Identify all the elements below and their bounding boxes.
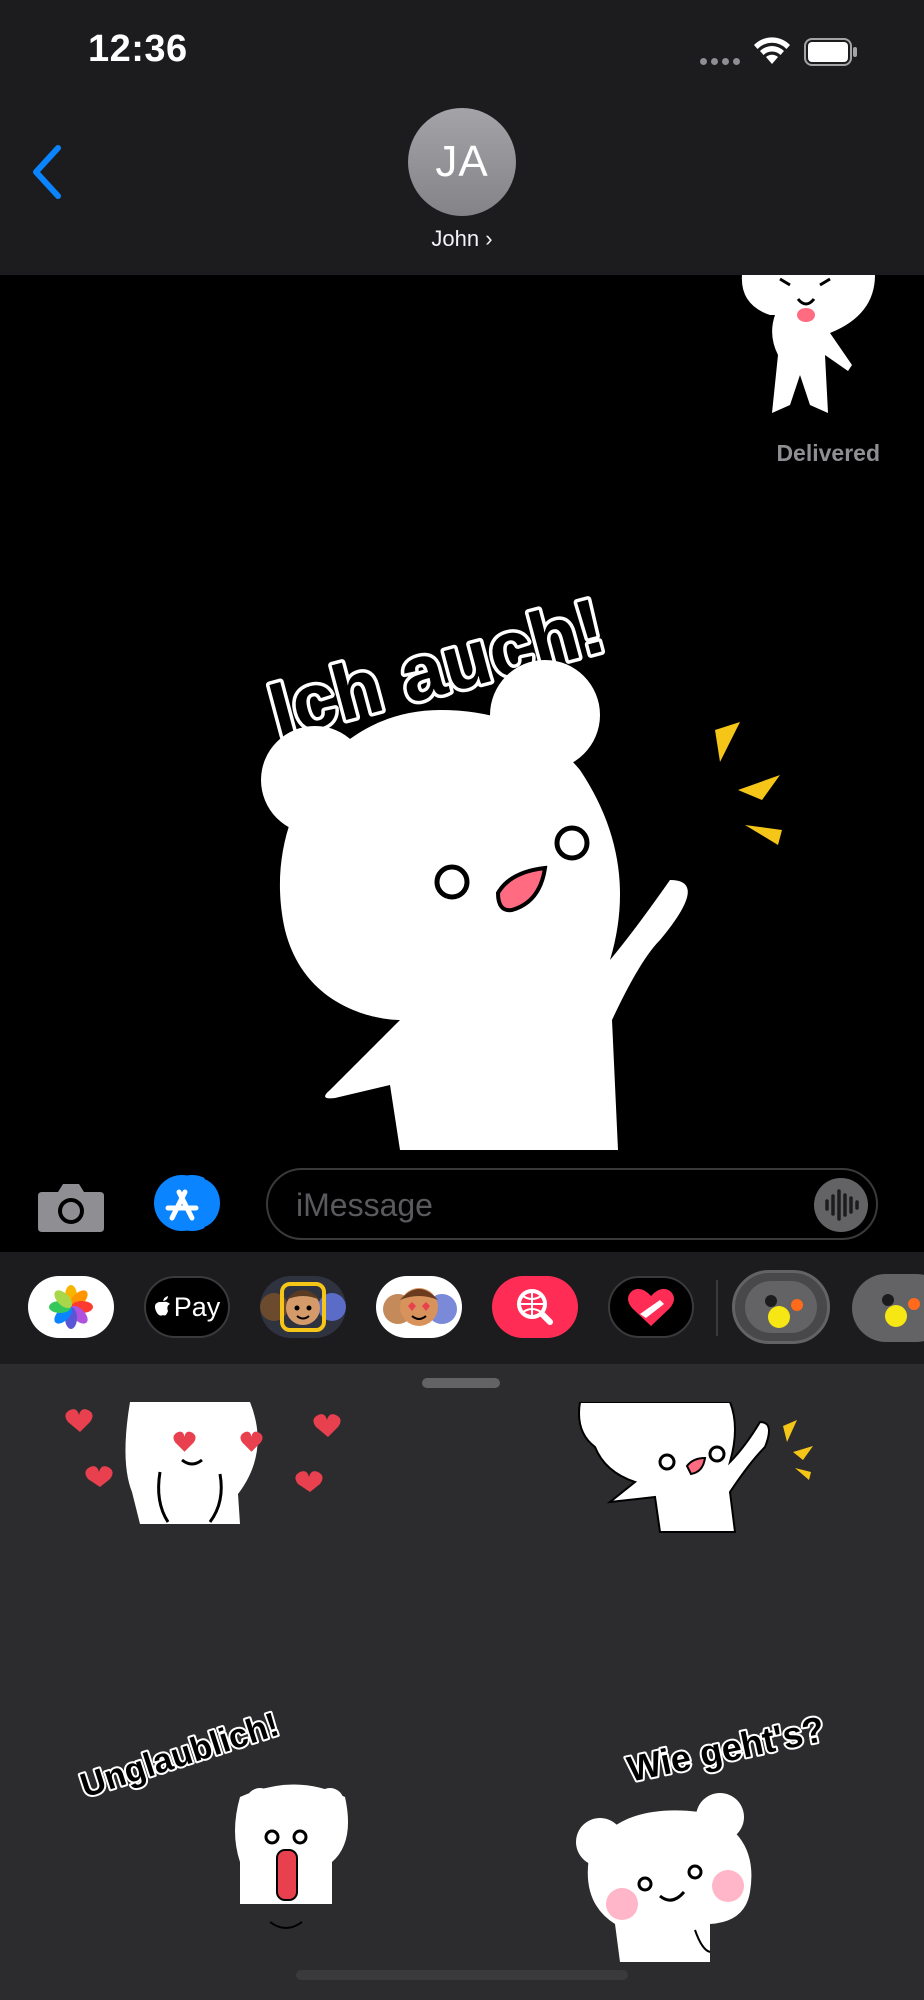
image-search-app-icon[interactable]: [492, 1276, 578, 1338]
sticker-unglaublich-text: Unglaublich!: [76, 1705, 284, 1805]
waveform-icon: [825, 1189, 859, 1221]
globe-search-icon: [517, 1289, 553, 1325]
status-time: 12:36: [88, 28, 188, 70]
message-input-bar: [0, 1160, 924, 1252]
sticker-pack-icon: [882, 1294, 920, 1327]
sticker-app-icon-selected[interactable]: [732, 1270, 830, 1344]
delivered-status: Delivered: [776, 440, 880, 466]
app-store-icon[interactable]: [152, 1174, 228, 1232]
dictation-button[interactable]: [814, 1178, 868, 1232]
wifi-icon: [754, 37, 790, 64]
heart-icon: [628, 1288, 674, 1326]
drawer-grabber[interactable]: [422, 1378, 500, 1388]
contact-avatar[interactable]: JA: [408, 108, 516, 216]
sticker-waving-bear[interactable]: [575, 1402, 825, 1542]
message-thread: Delivered Ich auch!: [0, 275, 924, 1275]
apple-pay-label: Pay: [173, 1291, 221, 1322]
memoji-app-icon[interactable]: [260, 1276, 346, 1338]
contact-name[interactable]: John ›: [0, 226, 924, 252]
imessage-input[interactable]: [294, 1182, 798, 1228]
sticker-unglaublich[interactable]: Unglaublich!: [60, 1672, 360, 1962]
imessage-app-drawer: Pay Unglaublich! Wie geht's?: [0, 1252, 924, 2000]
app-strip-divider: [716, 1280, 718, 1336]
message-text-field[interactable]: [266, 1168, 878, 1240]
memoji-stickers-app-icon[interactable]: [376, 1276, 462, 1338]
back-chevron-icon[interactable]: [28, 140, 68, 204]
sent-sticker-partial[interactable]: [730, 275, 880, 415]
sticker-wie-gehts[interactable]: Wie geht's?: [560, 1662, 860, 1972]
app-strip: Pay: [0, 1252, 924, 1364]
sticker-pack-icon: [745, 1281, 817, 1333]
apple-logo-icon: [154, 1296, 170, 1316]
sticker-app-icon[interactable]: [852, 1274, 924, 1342]
sticker-wie-gehts-text: Wie geht's?: [624, 1708, 828, 1790]
sticker-hearts[interactable]: [60, 1402, 360, 1552]
sent-sticker-main[interactable]: Ich auch!: [240, 500, 800, 1220]
battery-icon: [804, 38, 857, 66]
conversation-header: JA John ›: [0, 100, 924, 275]
apple-pay-app-icon[interactable]: Pay: [144, 1276, 230, 1338]
camera-icon[interactable]: [36, 1178, 106, 1234]
digital-touch-app-icon[interactable]: [608, 1276, 694, 1338]
cellular-signal-icon: [700, 58, 742, 66]
home-indicator: [296, 1970, 628, 1980]
status-bar: 12:36: [0, 0, 924, 100]
photos-app-icon[interactable]: [28, 1276, 114, 1338]
